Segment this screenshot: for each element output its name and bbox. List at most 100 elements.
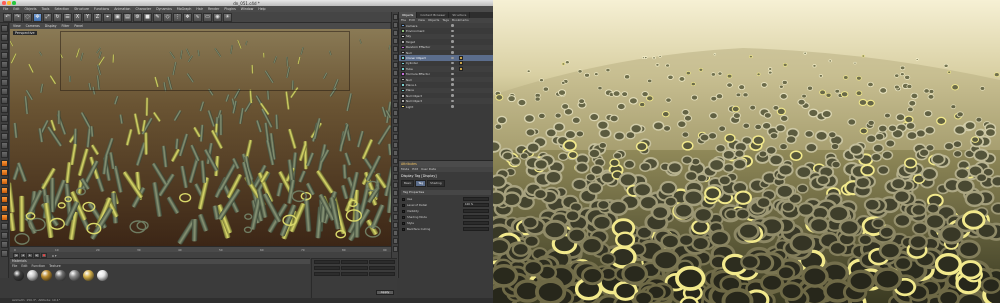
menu-item-mograph[interactable]: MoGraph [177,7,191,11]
mode-tab-basic[interactable]: Basic [401,180,415,187]
tag-properties-section[interactable]: Tag Properties [401,190,491,195]
material-menu-texture[interactable]: Texture [49,264,61,269]
subdivision-icon[interactable]: ◇ [163,12,172,22]
visibility-dot-icon[interactable] [451,105,454,108]
hair-mode-icon[interactable] [1,151,8,158]
visibility-dot-icon[interactable] [451,29,454,33]
workplane-icon[interactable] [1,52,8,59]
render-view-icon[interactable]: ▣ [113,12,122,22]
move-icon[interactable]: ✥ [33,12,42,22]
menu-item-structure[interactable]: Structure [74,7,89,11]
param-checkbox[interactable] [402,215,405,219]
menu-item-edit[interactable]: Edit [13,7,19,11]
material-swatch[interactable] [27,270,38,281]
size-x-field[interactable] [341,260,368,264]
material-menu-edit[interactable]: Edit [21,264,27,269]
object-tag-icon[interactable] [459,61,463,66]
knife-icon[interactable] [1,205,8,212]
viewport-menu-panel[interactable]: Panel [74,24,83,28]
bevel-icon[interactable] [1,214,8,221]
size-z-field[interactable] [341,272,368,276]
visibility-dot-icon[interactable] [451,40,454,43]
object-tag-icon[interactable] [459,66,463,71]
coord-system-icon[interactable]: ⌖ [103,12,112,22]
visibility-dot-icon[interactable] [451,78,454,81]
object-row[interactable]: Light [399,104,493,109]
live-select-icon[interactable]: ◌ [23,12,32,22]
apply-button[interactable]: Apply [376,290,394,295]
menu-item-help[interactable]: Help [258,7,265,11]
material-swatch[interactable] [13,270,24,281]
magnet-icon[interactable] [1,187,8,194]
sculpt-icon[interactable] [1,160,8,167]
attribute-menu-user-data[interactable]: User Data [421,167,436,172]
param-checkbox[interactable] [402,209,405,213]
bridge-icon[interactable] [1,241,8,248]
texture-mode-icon[interactable] [1,43,8,50]
timeline[interactable]: 0 10 20 30 40 50 60 70 80 90 |◂ ◂ ▸ ▸| ● 0 F [10,246,391,258]
menu-item-plugins[interactable]: Plugins [224,7,235,11]
menu-item-character[interactable]: Character [135,7,151,11]
param-value-field[interactable] [463,209,489,213]
light-icon[interactable]: ☀ [223,12,232,22]
animation-mode-icon[interactable] [1,178,8,185]
axis-mode-icon[interactable] [1,88,8,95]
make-editable-icon[interactable] [1,25,8,32]
menu-item-functions[interactable]: Functions [94,7,109,11]
edit-render-settings-icon[interactable]: ⚙ [133,12,142,22]
edges-mode-icon[interactable] [1,70,8,77]
recent-icon[interactable]: ☰ [63,12,72,22]
visibility-dot-icon[interactable] [451,88,454,92]
menu-item-animation[interactable]: Animation [114,7,130,11]
menu-item-window[interactable]: Window [241,7,254,11]
y-axis-icon[interactable]: Y [83,12,92,22]
viewport-menu-cameras[interactable]: Cameras [26,24,40,28]
visibility-dot-icon[interactable] [451,34,454,38]
cloner-icon[interactable]: ❖ [183,12,192,22]
mode-tab-tag[interactable]: Tag [415,180,427,187]
soft-selection-icon[interactable] [1,142,8,149]
material-swatch[interactable] [97,270,108,281]
mirror-icon[interactable] [1,250,8,257]
scale-icon[interactable]: ⤢ [43,12,52,22]
menu-item-render[interactable]: Render [208,7,219,11]
visibility-dot-icon[interactable] [451,45,454,49]
param-checkbox[interactable] [402,227,405,231]
viewport-menu-filter[interactable]: Filter [62,24,70,28]
menu-item-selection[interactable]: Selection [54,7,69,11]
camera-icon[interactable]: ◉ [213,12,222,22]
material-swatch[interactable] [69,270,80,281]
position-x-field[interactable] [314,260,341,264]
visibility-dot-icon[interactable] [451,24,454,27]
rotation-h-field[interactable] [368,260,395,264]
redo-icon[interactable]: ↷ [13,12,22,22]
visibility-dot-icon[interactable] [451,83,454,86]
position-z-field[interactable] [314,272,341,276]
enable-axis-icon[interactable] [1,133,8,140]
tweak-icon[interactable] [1,97,8,104]
mode-tab-shading[interactable]: Shading [427,180,445,187]
position-y-field[interactable] [314,266,341,270]
material-menu-file[interactable]: File [12,264,17,269]
visibility-dot-icon[interactable] [451,61,454,65]
param-value-field[interactable] [463,197,489,201]
rotation-b-field[interactable] [368,272,395,276]
visibility-dot-icon[interactable] [451,99,454,103]
attribute-menu-edit[interactable]: Edit [412,167,418,172]
menu-item-hair[interactable]: Hair [196,7,203,11]
visibility-dot-icon[interactable] [451,72,454,76]
menu-item-file[interactable]: File [3,7,8,11]
pen-icon[interactable]: ✎ [153,12,162,22]
visibility-dot-icon[interactable] [451,51,454,54]
model-mode-icon[interactable] [1,34,8,41]
points-mode-icon[interactable] [1,61,8,68]
locked-workplane-icon[interactable] [1,115,8,122]
x-axis-icon[interactable]: X [73,12,82,22]
material-swatch[interactable] [41,270,52,281]
menu-item-tools[interactable]: Tools [42,7,50,11]
menu-item-objects[interactable]: Objects [25,7,37,11]
visibility-dot-icon[interactable] [451,56,454,60]
snap-icon[interactable] [1,106,8,113]
extrude-icon[interactable] [1,223,8,230]
param-value-field[interactable] [463,227,489,231]
